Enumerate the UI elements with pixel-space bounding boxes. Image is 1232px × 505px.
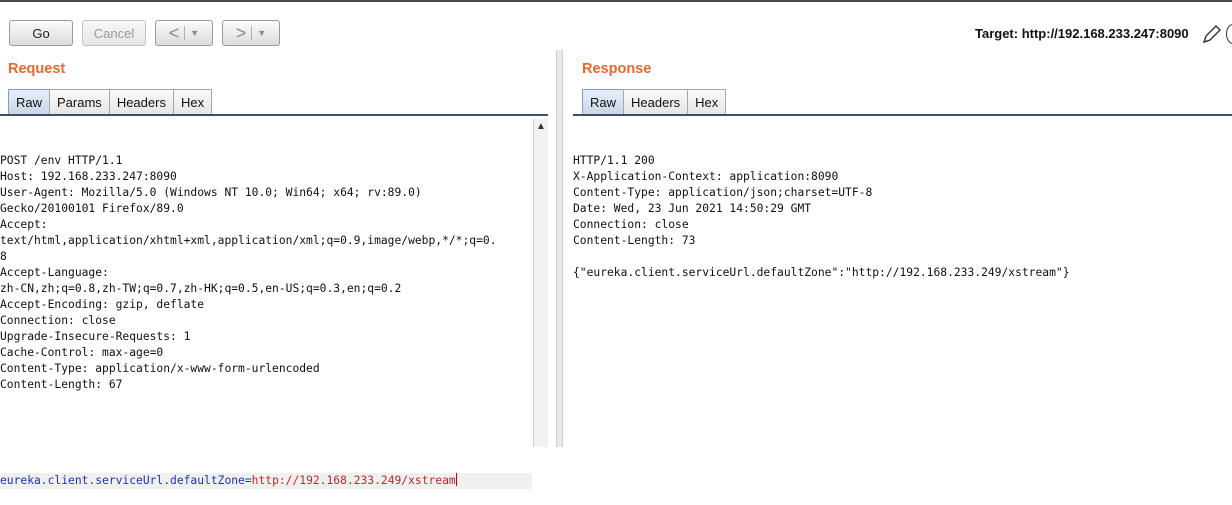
pencil-icon[interactable] — [1200, 24, 1222, 46]
back-button[interactable]: < ▼ — [155, 20, 213, 46]
pane-splitter[interactable] — [556, 50, 563, 447]
response-line: Content-Type: application/json;charset=U… — [573, 186, 873, 199]
response-line: Date: Wed, 23 Jun 2021 14:50:29 GMT — [573, 202, 812, 215]
body-key: eureka.client.serviceUrl.defaultZone — [0, 474, 245, 487]
request-header-line: Accept-Encoding: gzip, deflate — [0, 298, 205, 311]
response-title: Response — [582, 61, 652, 77]
response-line: HTTP/1.1 200 — [573, 154, 655, 167]
response-line: Connection: close — [573, 218, 689, 231]
request-header-line: Host: 192.168.233.247:8090 — [0, 170, 177, 183]
request-header-line: Accept-Language: — [0, 266, 109, 279]
request-title: Request — [8, 61, 66, 77]
tab-request-params[interactable]: Params — [49, 89, 110, 114]
tab-response-headers[interactable]: Headers — [623, 89, 689, 114]
cancel-button-label: Cancel — [93, 25, 135, 41]
response-lines: HTTP/1.1 200 X-Application-Context: appli… — [573, 153, 1228, 281]
response-line: {"eureka.client.serviceUrl.defaultZone":… — [573, 266, 1070, 279]
go-button[interactable]: Go — [9, 20, 73, 46]
request-body-line: eureka.client.serviceUrl.defaultZone=htt… — [0, 473, 532, 489]
request-header-line: Cache-Control: max-age=0 — [0, 346, 164, 359]
response-tabs: Raw Headers Hex — [582, 89, 727, 114]
separator — [251, 26, 253, 40]
request-header-line: Accept: — [0, 218, 48, 231]
response-line: X-Application-Context: application:8090 — [573, 170, 839, 183]
request-tabs: Raw Params Headers Hex — [8, 89, 213, 114]
text-caret — [455, 473, 457, 486]
response-tab-underline — [573, 114, 1232, 116]
request-tab-underline — [0, 114, 548, 116]
tab-response-raw[interactable]: Raw — [582, 89, 625, 114]
request-header-line: User-Agent: Mozilla/5.0 (Windows NT 10.0… — [0, 186, 422, 199]
request-header-line: Upgrade-Insecure-Requests: 1 — [0, 330, 191, 343]
back-arrow-icon: < — [168, 23, 180, 43]
tab-request-headers[interactable]: Headers — [108, 89, 174, 114]
scroll-up-icon[interactable]: ▲ — [536, 121, 546, 132]
request-header-line: Gecko/20100101 Firefox/89.0 — [0, 202, 184, 215]
dropdown-icon: ▼ — [257, 28, 267, 38]
request-header-line: zh-CN,zh;q=0.8,zh-TW;q=0.7,zh-HK;q=0.5,e… — [0, 282, 402, 295]
separator — [184, 26, 186, 40]
request-header-line: 8 — [0, 250, 7, 263]
toolbar: Go Cancel < ▼ > ▼ Target: http://192.168… — [0, 0, 1232, 48]
request-editor[interactable]: POST /env HTTP/1.1 Host: 192.168.233.247:… — [0, 121, 532, 505]
request-header-lines: POST /env HTTP/1.1 Host: 192.168.233.247:… — [0, 153, 532, 393]
response-line — [573, 249, 1228, 265]
dropdown-icon: ▼ — [190, 28, 200, 38]
body-equals: = — [244, 474, 252, 487]
request-header-line: Connection: close — [0, 314, 116, 327]
body-value: http://192.168.233.249/xstream — [251, 474, 456, 487]
request-header-line: text/html,application/xhtml+xml,applicat… — [0, 234, 497, 247]
response-editor[interactable]: HTTP/1.1 200 X-Application-Context: appli… — [573, 121, 1228, 297]
tab-request-raw[interactable]: Raw — [8, 89, 51, 114]
tab-response-hex[interactable]: Hex — [687, 89, 727, 114]
response-line: Content-Length: 73 — [573, 234, 696, 247]
request-header-line: Content-Length: 67 — [0, 378, 123, 391]
target-label: Target: http://192.168.233.247:8090 — [975, 26, 1189, 41]
request-header-line: Content-Type: application/x-www-form-url… — [0, 362, 320, 375]
request-scrollbar[interactable]: ▲ — [533, 119, 548, 447]
go-button-label: Go — [32, 25, 50, 41]
forward-arrow-icon: > — [235, 23, 247, 43]
help-icon[interactable] — [1226, 24, 1232, 44]
forward-button[interactable]: > ▼ — [222, 20, 280, 46]
cancel-button[interactable]: Cancel — [82, 20, 146, 46]
request-header-line: POST /env HTTP/1.1 — [0, 154, 123, 167]
tab-request-hex[interactable]: Hex — [172, 89, 213, 114]
